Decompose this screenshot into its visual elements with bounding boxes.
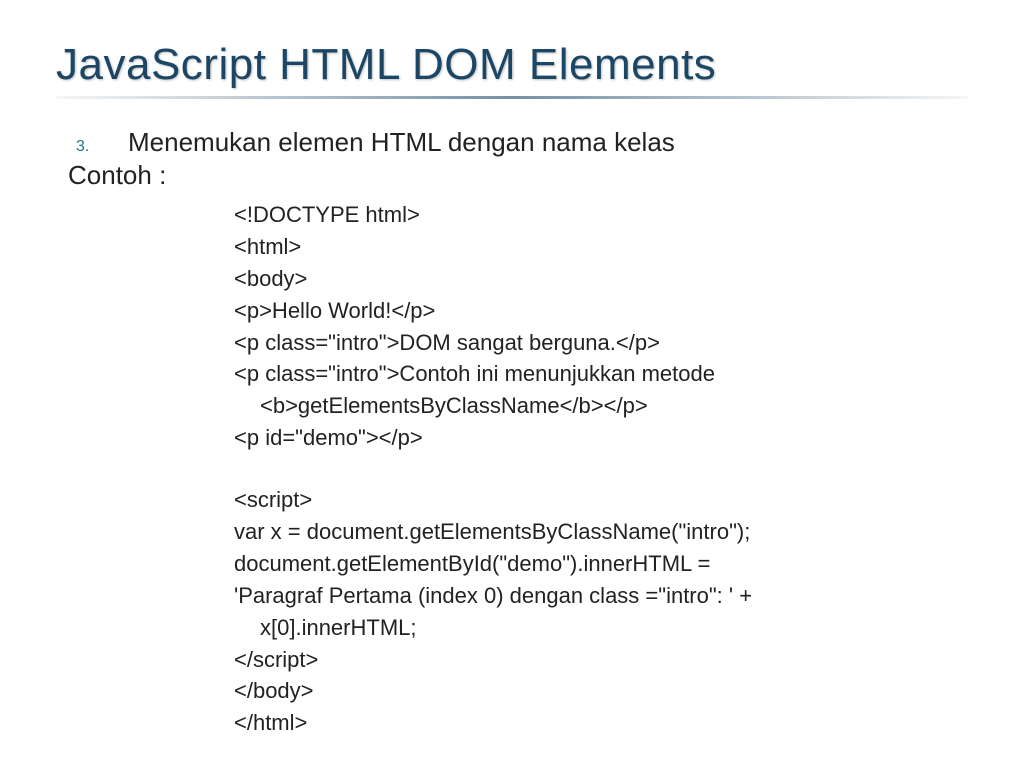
code-line: <body>: [234, 263, 968, 295]
code-line: </html>: [234, 707, 968, 739]
example-label: Contoh :: [66, 160, 968, 191]
code-line: 'Paragraf Pertama (index 0) dengan class…: [234, 580, 968, 612]
code-line: <script>: [234, 484, 968, 516]
blank-line: [234, 454, 968, 484]
code-line: <!DOCTYPE html>: [234, 199, 968, 231]
code-line: <html>: [234, 231, 968, 263]
list-heading: Menemukan elemen HTML dengan nama kelas: [128, 127, 675, 158]
list-item: 3. Menemukan elemen HTML dengan nama kel…: [66, 127, 968, 158]
code-line: <p>Hello World!</p>: [234, 295, 968, 327]
slide: JavaScript HTML DOM Elements 3. Menemuka…: [0, 0, 1024, 768]
code-line: <p class="intro">DOM sangat berguna.</p>: [234, 327, 968, 359]
code-line: var x = document.getElementsByClassName(…: [234, 516, 968, 548]
code-block: <!DOCTYPE html> <html> <body> <p>Hello W…: [66, 191, 968, 739]
slide-body: 3. Menemukan elemen HTML dengan nama kel…: [56, 99, 968, 739]
code-line: <p class="intro">Contoh ini menunjukkan …: [234, 358, 968, 390]
code-line: <b>getElementsByClassName</b></p>: [234, 390, 968, 422]
slide-title: JavaScript HTML DOM Elements: [56, 40, 968, 90]
code-line: </body>: [234, 675, 968, 707]
code-line: x[0].innerHTML;: [234, 612, 968, 644]
list-number: 3.: [66, 138, 128, 156]
code-line: <p id="demo"></p>: [234, 422, 968, 454]
code-line: </script>: [234, 644, 968, 676]
code-line: document.getElementById("demo").innerHTM…: [234, 548, 968, 580]
